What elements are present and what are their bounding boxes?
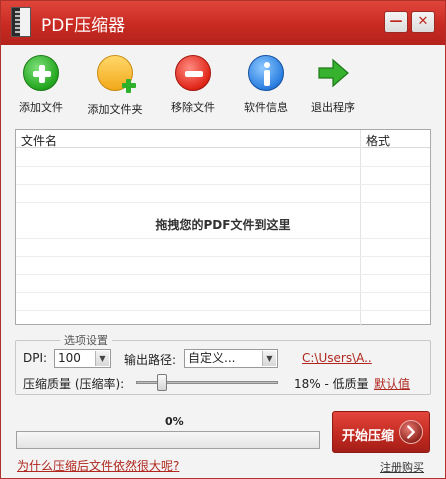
start-compress-label: 开始压缩: [342, 429, 395, 444]
info-icon: [248, 55, 284, 91]
progress-percent: 0%: [165, 415, 184, 428]
row-gridline: [16, 238, 430, 239]
dpi-select[interactable]: 100 ▼: [54, 349, 111, 368]
help-link[interactable]: 为什么压缩后文件依然很大呢?: [17, 457, 179, 474]
dropdown-arrow-icon[interactable]: ▼: [95, 351, 109, 366]
add-file-icon: [23, 55, 59, 91]
row-gridline: [16, 202, 430, 203]
row-gridline: [16, 274, 430, 275]
start-compress-button[interactable]: 开始压缩: [332, 411, 430, 453]
add-file-button[interactable]: 添加文件: [5, 55, 77, 115]
app-title: PDF压缩器: [41, 16, 126, 36]
file-list[interactable]: 文件名 格式 拖拽您的PDF文件到这里: [15, 129, 431, 326]
remove-file-label: 移除文件: [171, 101, 215, 114]
remove-file-button[interactable]: 移除文件: [157, 55, 229, 115]
row-gridline: [16, 184, 430, 185]
exit-label: 退出程序: [311, 101, 355, 114]
quality-slider-thumb[interactable]: [156, 374, 167, 391]
column-header-filename[interactable]: 文件名: [21, 132, 57, 149]
row-gridline: [16, 310, 430, 311]
minimize-button[interactable]: —: [384, 11, 408, 33]
row-gridline: [16, 256, 430, 257]
add-folder-label: 添加文件夹: [87, 103, 143, 116]
register-link[interactable]: 注册购买: [380, 459, 424, 475]
quality-label: 压缩质量 (压缩率):: [23, 377, 125, 391]
exit-arrow-icon: [315, 55, 351, 91]
dpi-label: DPI:: [23, 351, 48, 365]
software-info-label: 软件信息: [244, 101, 288, 114]
toolbar: 添加文件 添加文件夹 移除文件 软件信息 退出程序: [1, 45, 445, 119]
options-group: 选项设置 DPI: 100 ▼ 输出路径: 自定义... ▼ C:\Users\…: [15, 332, 431, 395]
exit-button[interactable]: 退出程序: [297, 55, 369, 115]
add-folder-icon: [97, 55, 136, 93]
output-path-label: 输出路径:: [124, 353, 177, 367]
remove-file-icon: [175, 55, 211, 91]
pdf-zipper-logo-icon: [11, 7, 31, 37]
output-path-link[interactable]: C:\Users\A..: [302, 351, 372, 365]
file-list-header: 文件名 格式: [16, 130, 430, 148]
drop-hint: 拖拽您的PDF文件到这里: [155, 218, 291, 232]
default-value-link[interactable]: 默认值: [374, 375, 410, 392]
add-folder-button[interactable]: 添加文件夹: [79, 55, 151, 117]
progress-bar: [16, 431, 320, 449]
arrow-right-icon: [399, 420, 423, 444]
row-gridline: [16, 166, 430, 167]
row-gridline: [16, 292, 430, 293]
dropdown-arrow-icon[interactable]: ▼: [262, 351, 276, 366]
dpi-value: 100: [58, 351, 81, 365]
output-path-value: 自定义...: [188, 351, 236, 365]
add-file-label: 添加文件: [19, 101, 63, 114]
quality-value-text: 18% - 低质量: [294, 377, 369, 391]
column-header-format[interactable]: 格式: [366, 132, 390, 149]
options-legend: 选项设置: [60, 332, 112, 348]
close-button[interactable]: ✕: [411, 11, 435, 33]
software-info-button[interactable]: 软件信息: [230, 55, 302, 115]
output-path-select[interactable]: 自定义... ▼: [184, 349, 278, 368]
title-bar[interactable]: PDF压缩器 — ✕: [1, 1, 445, 45]
app-window: PDF压缩器 — ✕ 添加文件 添加文件夹 移除文件 软件信息 退出程序 文件名…: [0, 0, 446, 479]
